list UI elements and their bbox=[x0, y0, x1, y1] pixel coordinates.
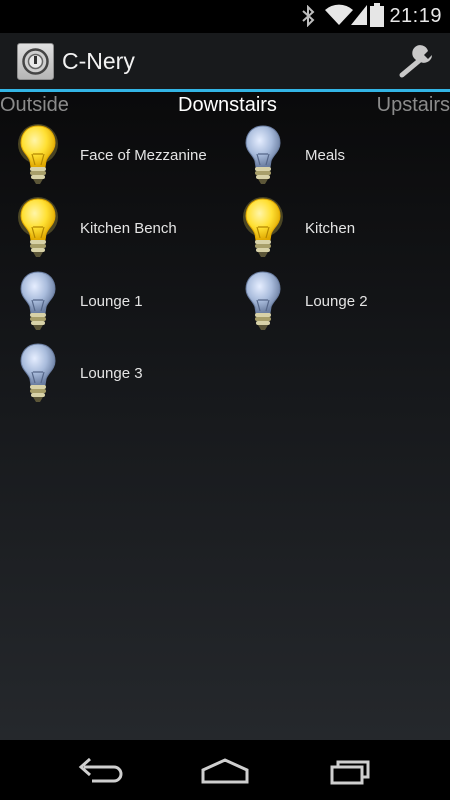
bluetooth-icon bbox=[302, 5, 315, 27]
status-clock: 21:19 bbox=[389, 5, 442, 27]
light-toggle-item[interactable]: Lounge 2 bbox=[241, 270, 450, 334]
battery-icon bbox=[370, 3, 384, 27]
light-bulb-off-icon bbox=[20, 271, 56, 330]
app-screen: 21:19 C-Nery Outside Downstairs Upstairs bbox=[0, 0, 450, 800]
recent-apps-button[interactable] bbox=[322, 753, 382, 789]
light-bulb-on-icon bbox=[18, 124, 58, 184]
light-label: Lounge 2 bbox=[305, 293, 368, 310]
light-toggle-item[interactable]: Meals bbox=[241, 124, 450, 188]
wrench-icon bbox=[399, 45, 432, 78]
light-bulb-off-icon bbox=[245, 125, 281, 184]
navigation-bar bbox=[0, 740, 450, 800]
settings-button[interactable] bbox=[398, 43, 438, 79]
light-toggle-item[interactable]: Kitchen bbox=[241, 197, 450, 261]
recent-apps-icon bbox=[330, 760, 370, 785]
tab-upstairs[interactable]: Upstairs bbox=[377, 94, 450, 117]
back-button[interactable] bbox=[70, 753, 130, 789]
status-bar: 21:19 bbox=[0, 0, 450, 33]
light-label: Face of Mezzanine bbox=[80, 147, 207, 164]
light-label: Meals bbox=[305, 147, 346, 164]
light-toggle-item[interactable]: Face of Mezzanine bbox=[16, 124, 236, 188]
main-content: Outside Downstairs Upstairs Face of Mezz… bbox=[0, 92, 450, 740]
light-bulb-off-icon bbox=[20, 343, 56, 402]
light-toggle-item[interactable]: Lounge 3 bbox=[16, 342, 236, 406]
light-label: Kitchen bbox=[305, 220, 356, 237]
light-label: Lounge 1 bbox=[80, 293, 143, 310]
light-bulb-on-icon bbox=[18, 197, 58, 257]
signal-icon bbox=[351, 5, 367, 25]
tab-downstairs[interactable]: Downstairs bbox=[178, 94, 277, 117]
light-toggle-item[interactable]: Lounge 1 bbox=[16, 270, 236, 334]
light-bulb-on-icon bbox=[243, 197, 283, 257]
tab-strip: Outside Downstairs Upstairs bbox=[0, 92, 450, 122]
light-toggle-item[interactable]: Kitchen Bench bbox=[16, 197, 236, 261]
home-button[interactable] bbox=[195, 753, 255, 789]
back-icon bbox=[78, 757, 123, 783]
app-logo-icon[interactable] bbox=[17, 43, 54, 80]
light-label: Lounge 3 bbox=[80, 365, 143, 382]
app-title: C-Nery bbox=[62, 48, 135, 74]
light-label: Kitchen Bench bbox=[80, 220, 177, 237]
action-bar: C-Nery bbox=[0, 33, 450, 89]
home-icon bbox=[201, 758, 249, 784]
tab-outside[interactable]: Outside bbox=[0, 94, 69, 117]
light-bulb-off-icon bbox=[245, 271, 281, 330]
